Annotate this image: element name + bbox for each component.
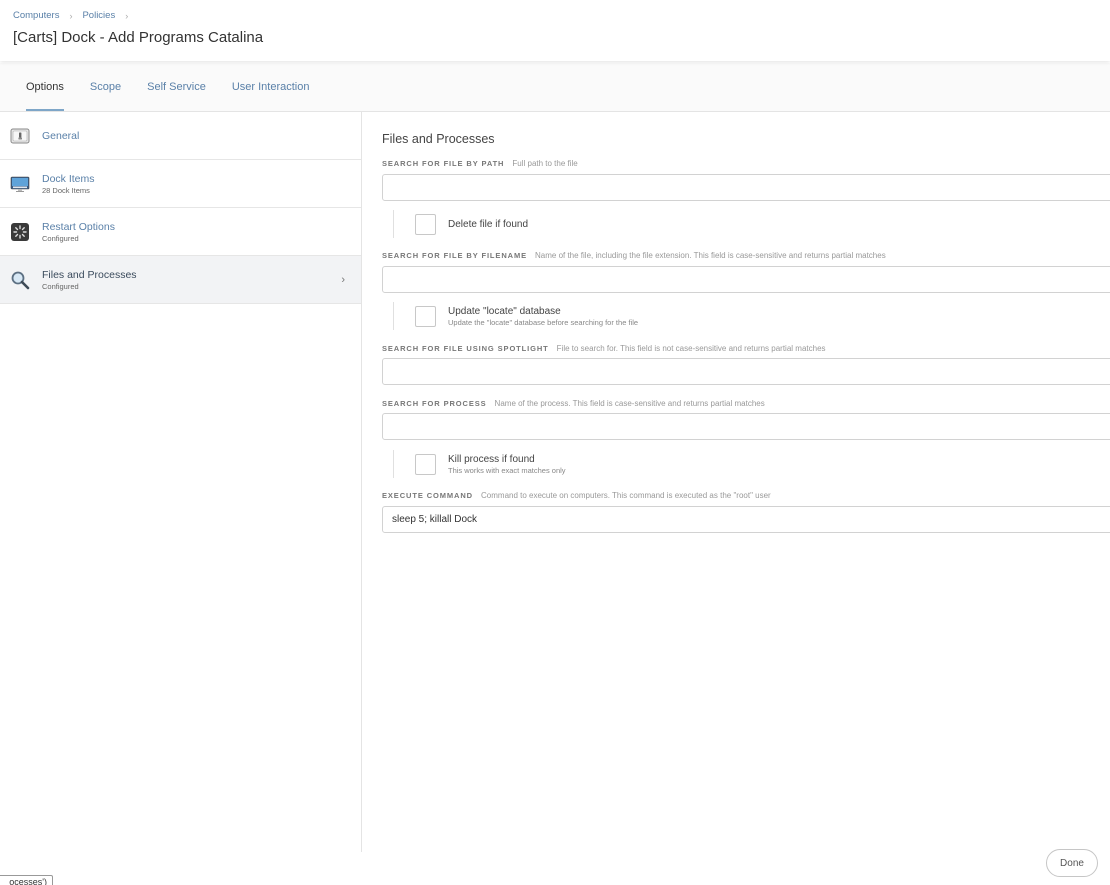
sidebar-item-label: General xyxy=(42,129,80,142)
tab-user-interaction[interactable]: User Interaction xyxy=(219,63,323,111)
general-icon xyxy=(10,126,30,146)
sidebar-item-label: Dock Items xyxy=(42,172,95,185)
search-process-hint: Name of the process. This field is case-… xyxy=(494,399,765,408)
done-button[interactable]: Done xyxy=(1046,849,1098,877)
delete-file-label: Delete file if found xyxy=(448,218,529,230)
kill-process-row: Kill process if found This works with ex… xyxy=(393,450,566,478)
search-path-hint: Full path to the file xyxy=(512,159,578,168)
page-title: [Carts] Dock - Add Programs Catalina xyxy=(13,29,264,46)
sidebar-item-files-and-processes[interactable]: Files and Processes Configured › xyxy=(0,256,361,304)
search-spotlight-input[interactable] xyxy=(382,358,1110,385)
sidebar-item-label: Restart Options xyxy=(42,220,115,233)
tab-self-service[interactable]: Self Service xyxy=(134,63,219,111)
sidebar-item-subtitle: Configured xyxy=(42,233,79,243)
sidebar-item-label: Files and Processes xyxy=(42,268,137,281)
sidebar-item-subtitle: Configured xyxy=(42,281,79,291)
execute-command-hint: Command to execute on computers. This co… xyxy=(481,491,771,500)
delete-file-checkbox[interactable] xyxy=(415,213,436,235)
search-path-label: SEARCH FOR FILE BY PATH Full path to the … xyxy=(382,159,578,168)
search-path-label-text: SEARCH FOR FILE BY PATH xyxy=(382,159,505,168)
update-locate-sub: Update the "locate" database before sear… xyxy=(448,317,639,327)
update-locate-checkbox[interactable] xyxy=(415,305,436,327)
kill-process-checkbox[interactable] xyxy=(415,453,436,475)
delete-file-row: Delete file if found xyxy=(393,210,528,238)
execute-command-label: EXECUTE COMMAND Command to execute on com… xyxy=(382,491,771,500)
search-filename-input[interactable] xyxy=(382,266,1110,293)
tab-options[interactable]: Options xyxy=(13,63,77,111)
search-filename-hint: Name of the file, including the file ext… xyxy=(535,251,886,260)
sidebar-item-subtitle: 28 Dock Items xyxy=(42,185,90,195)
search-filename-label: SEARCH FOR FILE BY FILENAME Name of the f… xyxy=(382,251,886,260)
breadcrumb: Computers › Policies › xyxy=(13,10,138,21)
kill-process-label: Kill process if found xyxy=(448,453,535,465)
execute-command-input[interactable] xyxy=(382,506,1110,533)
sidebar: General Dock Items 28 Dock Items Restart… xyxy=(0,112,362,852)
search-process-label-text: SEARCH FOR PROCESS xyxy=(382,399,487,408)
dock-icon xyxy=(10,174,30,194)
update-locate-label: Update "locate" database xyxy=(448,305,561,317)
tab-bar: Options Scope Self Service User Interact… xyxy=(0,63,1110,112)
search-process-label: SEARCH FOR PROCESS Name of the process. T… xyxy=(382,399,765,408)
magnifier-icon xyxy=(10,270,30,290)
update-locate-row: Update "locate" database Update the "loc… xyxy=(393,302,638,330)
search-spotlight-label: SEARCH FOR FILE USING SPOTLIGHT File to s… xyxy=(382,344,826,353)
search-spotlight-label-text: SEARCH FOR FILE USING SPOTLIGHT xyxy=(382,344,549,353)
sidebar-item-general[interactable]: General xyxy=(0,112,361,160)
chevron-right-icon: › xyxy=(341,273,345,286)
page-header: Computers › Policies › [Carts] Dock - Ad… xyxy=(0,0,1110,61)
main-panel: Files and Processes SEARCH FOR FILE BY P… xyxy=(382,112,1110,852)
sidebar-item-restart-options[interactable]: Restart Options Configured xyxy=(0,208,361,256)
taskbar-tab[interactable]: ocesses') xyxy=(0,875,53,885)
search-process-input[interactable] xyxy=(382,413,1110,440)
section-title: Files and Processes xyxy=(382,132,495,146)
breadcrumb-computers[interactable]: Computers xyxy=(13,10,59,21)
search-filename-label-text: SEARCH FOR FILE BY FILENAME xyxy=(382,251,527,260)
kill-process-sub: This works with exact matches only xyxy=(448,465,566,475)
breadcrumb-separator-icon: › xyxy=(69,10,73,21)
search-path-input[interactable] xyxy=(382,174,1110,201)
tab-scope[interactable]: Scope xyxy=(77,63,134,111)
execute-command-label-text: EXECUTE COMMAND xyxy=(382,491,474,500)
breadcrumb-separator-icon: › xyxy=(125,10,129,21)
breadcrumb-policies[interactable]: Policies xyxy=(82,10,115,21)
restart-icon xyxy=(10,222,30,242)
search-spotlight-hint: File to search for. This field is not ca… xyxy=(556,344,826,353)
sidebar-item-dock-items[interactable]: Dock Items 28 Dock Items xyxy=(0,160,361,208)
